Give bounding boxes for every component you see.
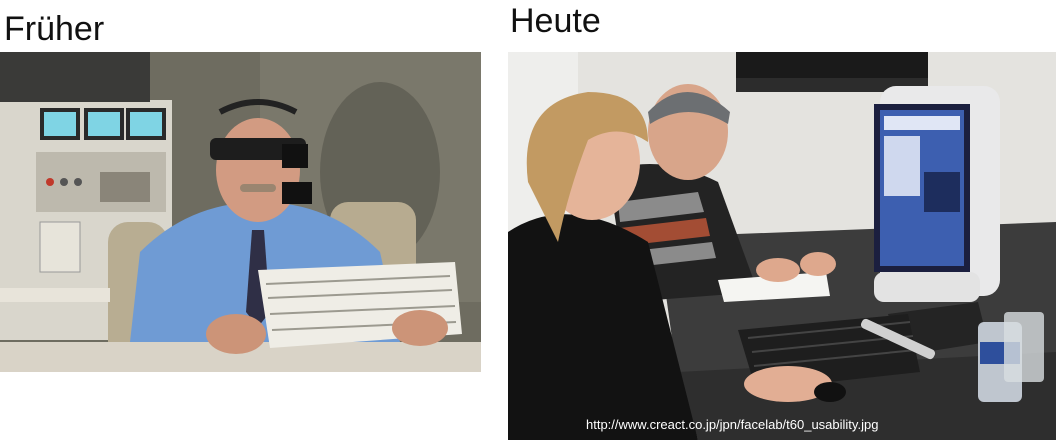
photo-modern-eye-tracking — [508, 52, 1056, 440]
heading-frueher: Früher — [4, 10, 105, 48]
photo-modern-illustration — [508, 52, 1056, 440]
heading-heute: Heute — [510, 2, 601, 40]
photo-old-illustration — [0, 52, 481, 372]
photo-old-eye-tracking — [0, 52, 481, 372]
source-url-caption: http://www.creact.co.jp/jpn/facelab/t60_… — [586, 417, 879, 432]
comparison-page: Früher Heute http://www.creact.co.jp/jpn… — [0, 0, 1060, 442]
